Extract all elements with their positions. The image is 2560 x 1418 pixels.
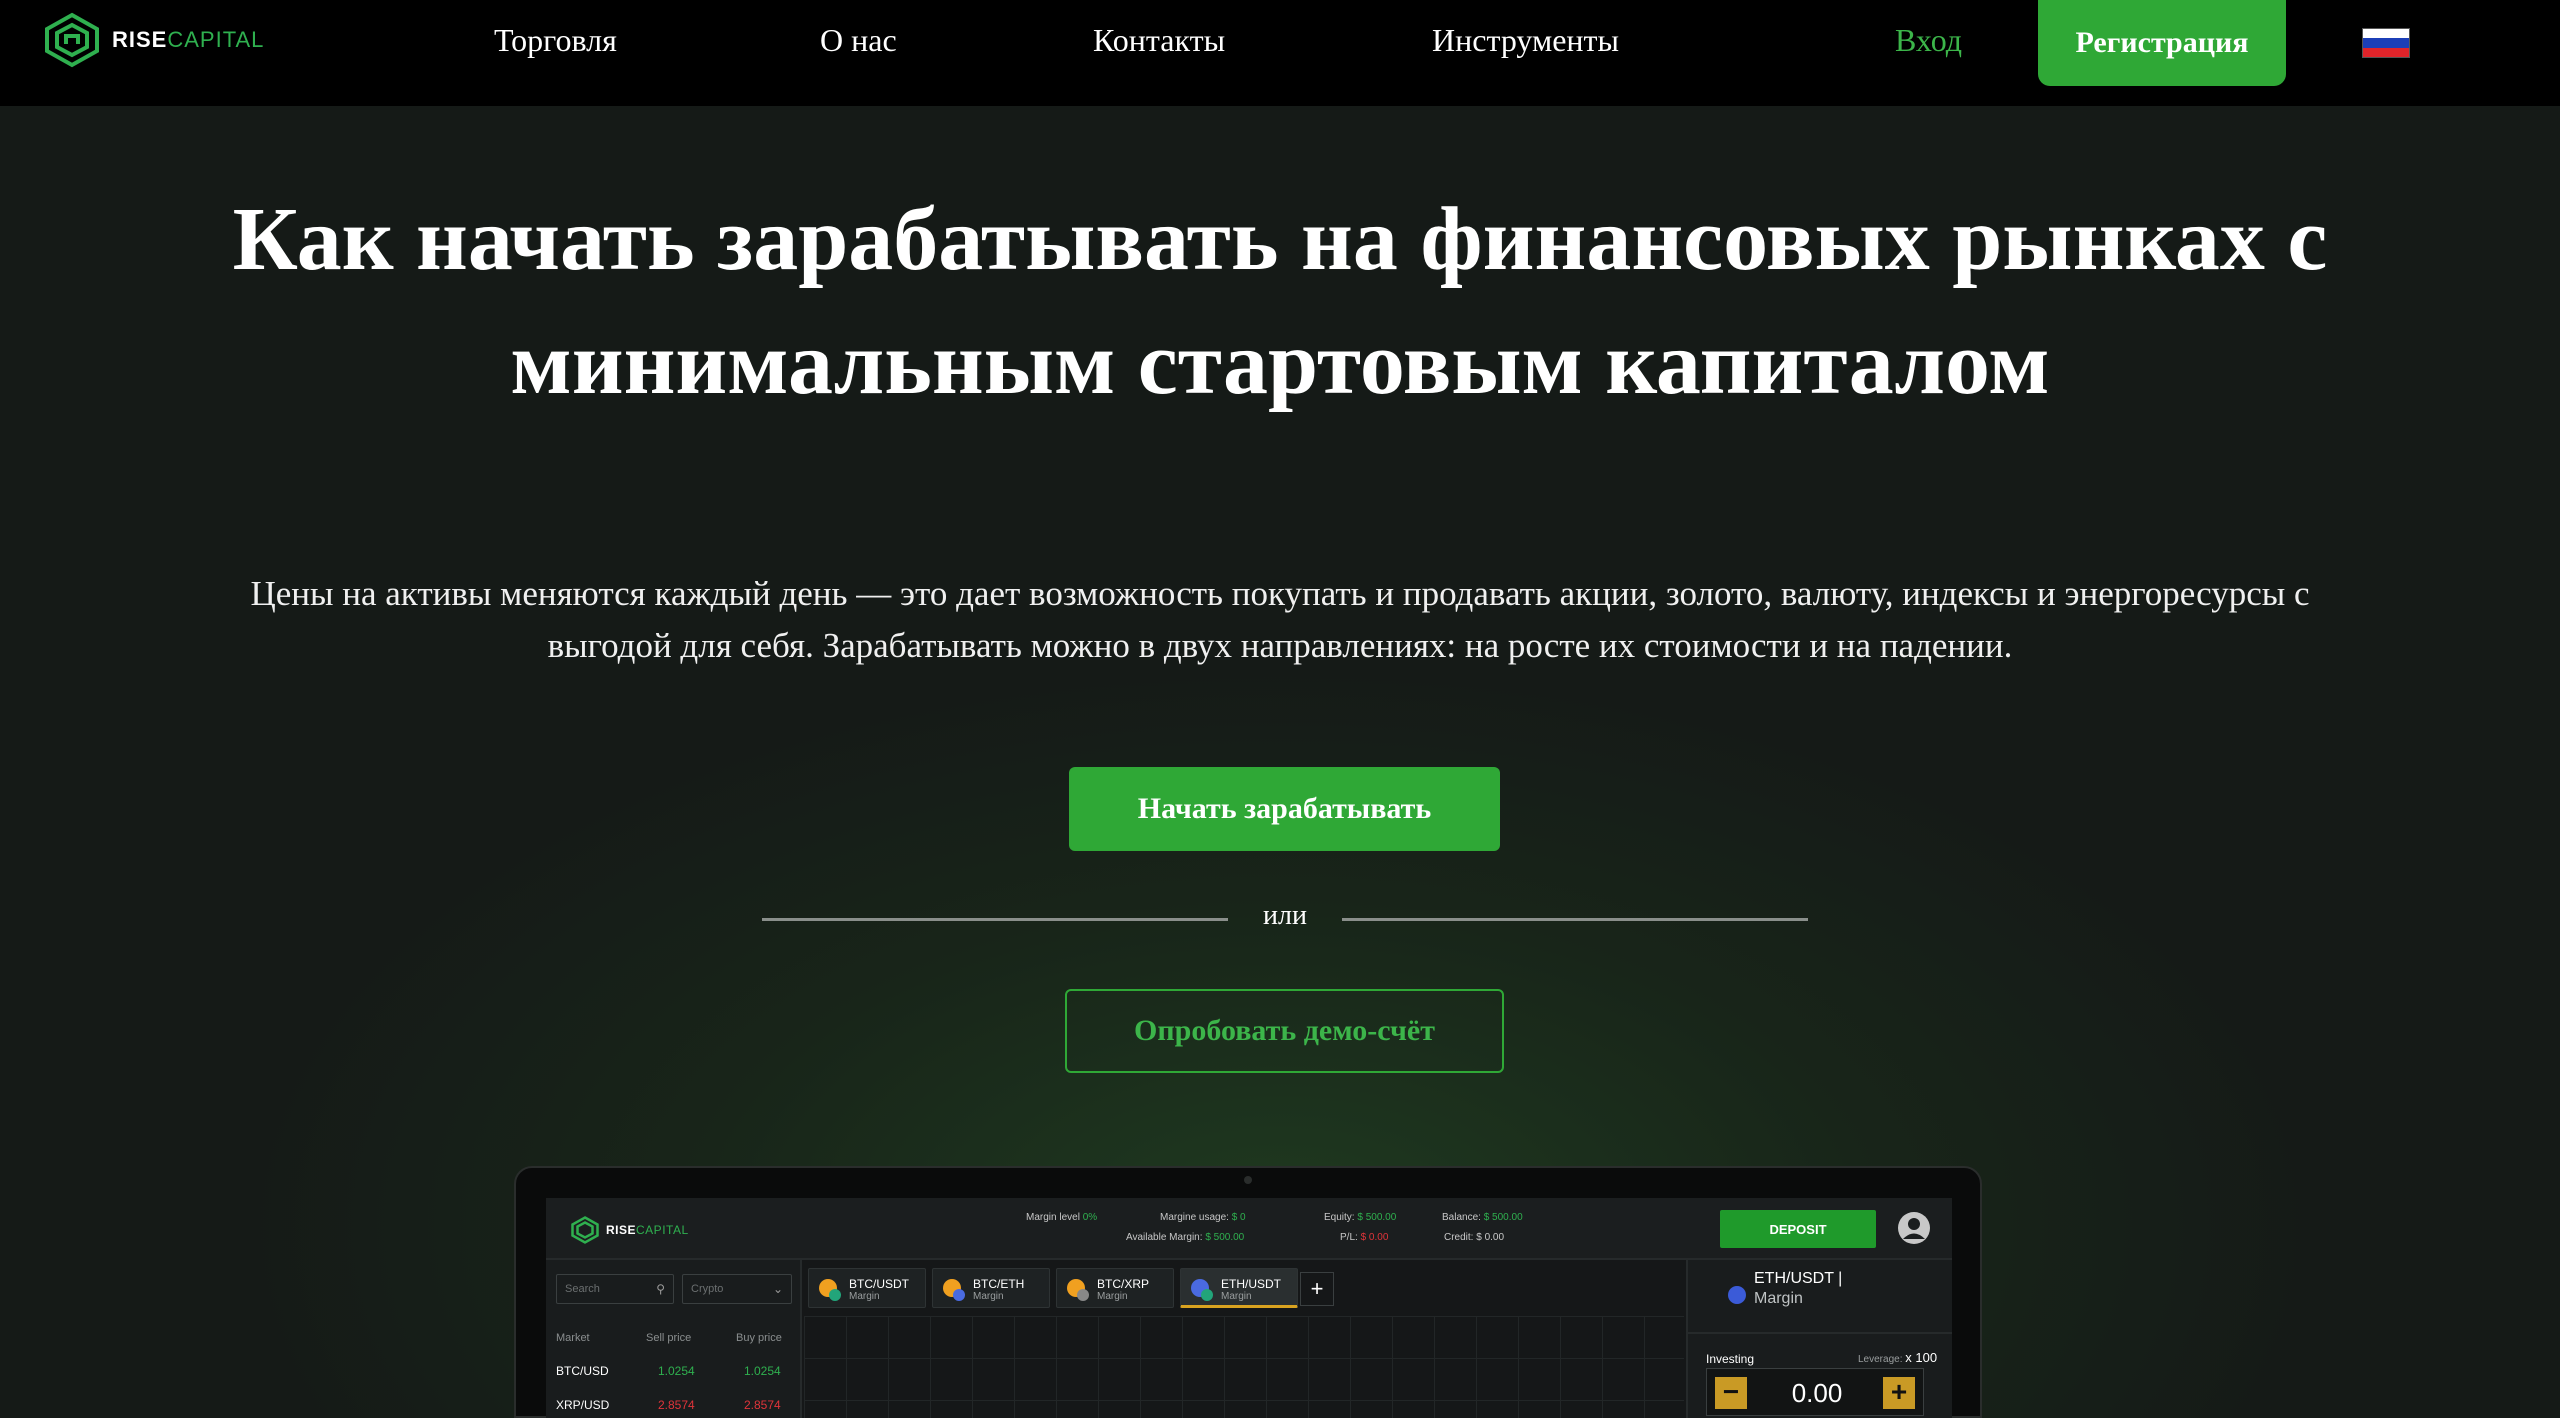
hero-title: Как начать зарабатывать на финансовых ры… <box>100 178 2460 426</box>
rise-capital-logo-icon <box>45 12 99 68</box>
nav-about[interactable]: О нас <box>820 18 897 62</box>
laptop-mockup: RISECAPITAL Margin level 0% Margine usag… <box>514 1166 1982 1418</box>
available-margin-stat: Available Margin: $ 500.00 <box>1126 1232 1245 1243</box>
market-name: BTC/USD <box>556 1364 609 1378</box>
sell-price: 2.8574 <box>658 1398 695 1412</box>
investing-label: Investing <box>1706 1352 1755 1366</box>
platform-logo-capital: CAPITAL <box>636 1223 689 1237</box>
or-label: или <box>1263 900 1307 931</box>
tab-eth-usdt[interactable]: ETH/USDT Margin <box>1180 1268 1298 1308</box>
column-market: Market <box>556 1332 590 1344</box>
credit-stat: Credit: $ 0.00 <box>1444 1232 1505 1243</box>
logo-text-capital: CAPITAL <box>167 27 265 52</box>
divider-left <box>762 918 1228 921</box>
investment-amount[interactable]: 0.00 <box>1777 1378 1857 1409</box>
order-type: Margin <box>1754 1290 1803 1307</box>
hero-subtitle: Цены на активы меняются каждый день — эт… <box>80 568 2480 672</box>
nav-contacts[interactable]: Контакты <box>1093 18 1225 62</box>
nav-trading[interactable]: Торговля <box>494 18 617 62</box>
balance-stat: Balance: $ 500.00 <box>1442 1212 1523 1223</box>
add-tab-button[interactable]: + <box>1300 1272 1334 1306</box>
leverage-label: Leverage: x 100 <box>1858 1350 1938 1365</box>
margin-level-stat: Margin level 0% <box>1026 1212 1098 1223</box>
deposit-button[interactable]: DEPOSIT <box>1720 1210 1876 1248</box>
chevron-down-icon: ⌄ <box>772 1282 783 1296</box>
platform-screenshot: RISECAPITAL Margin level 0% Margine usag… <box>546 1198 1952 1418</box>
investment-stepper[interactable]: − 0.00 + <box>1706 1368 1924 1416</box>
top-navbar: RISE CAPITAL Торговля О нас Контакты Инс… <box>0 0 2560 106</box>
login-link[interactable]: Вход <box>1895 18 1962 62</box>
ru-flag-icon[interactable] <box>2362 28 2410 58</box>
column-buy: Buy price <box>736 1332 782 1344</box>
equity-stat: Equity: $ 500.00 <box>1324 1212 1397 1223</box>
search-icon: ⚲ <box>656 1282 665 1296</box>
register-button[interactable]: Регистрация <box>2038 0 2286 86</box>
sell-price: 1.0254 <box>658 1364 695 1378</box>
hero-subtitle-line2: выгодой для себя. Зарабатывать можно в д… <box>547 626 2013 665</box>
price-chart-area[interactable] <box>804 1316 1684 1418</box>
buy-price: 2.8574 <box>744 1398 781 1412</box>
category-select[interactable]: Crypto ⌄ <box>682 1274 792 1304</box>
eth-coin-icon <box>1728 1286 1746 1304</box>
nav-tools[interactable]: Инструменты <box>1432 18 1619 62</box>
platform-header: RISECAPITAL Margin level 0% Margine usag… <box>546 1198 1952 1260</box>
pl-stat: P/L: $ 0.00 <box>1340 1232 1389 1243</box>
market-list-panel: Search ⚲ Crypto ⌄ Market Sell price Buy … <box>546 1260 802 1418</box>
logo-text-rise: RISE <box>112 27 168 52</box>
tab-btc-eth[interactable]: BTC/ETH Margin <box>932 1268 1050 1308</box>
margin-usage-stat: Margine usage: $ 0 <box>1160 1212 1246 1223</box>
market-name: XRP/USD <box>556 1398 610 1412</box>
hero-title-line2: минимальным стартовым капиталом <box>510 314 2050 413</box>
order-pair: ETH/USDT | <box>1754 1270 1843 1287</box>
platform-logo: RISECAPITAL <box>570 1216 689 1244</box>
market-search-input[interactable]: Search ⚲ <box>556 1274 674 1304</box>
brand-logo[interactable]: RISE CAPITAL <box>42 12 264 68</box>
order-panel: ETH/USDT | Margin Investing Leverage: x … <box>1686 1260 1952 1418</box>
hero-title-line1: Как начать зарабатывать на финансовых ры… <box>232 190 2328 289</box>
tab-btc-xrp[interactable]: BTC/XRP Margin <box>1056 1268 1174 1308</box>
try-demo-button[interactable]: Опробовать демо-счёт <box>1065 989 1504 1073</box>
rise-capital-logo-icon <box>571 1216 599 1244</box>
user-avatar-icon[interactable] <box>1896 1210 1932 1246</box>
plus-button[interactable]: + <box>1883 1377 1915 1409</box>
column-sell: Sell price <box>646 1332 692 1344</box>
divider-right <box>1342 918 1808 921</box>
tab-btc-usdt[interactable]: BTC/USDT Margin <box>808 1268 926 1308</box>
hero-subtitle-line1: Цены на активы меняются каждый день — эт… <box>250 574 2310 613</box>
platform-logo-rise: RISE <box>606 1223 637 1237</box>
buy-price: 1.0254 <box>744 1364 781 1378</box>
order-separator <box>1688 1332 1952 1334</box>
minus-button[interactable]: − <box>1715 1377 1747 1409</box>
laptop-camera <box>1244 1176 1252 1184</box>
start-earning-button[interactable]: Начать зарабатывать <box>1069 767 1500 851</box>
